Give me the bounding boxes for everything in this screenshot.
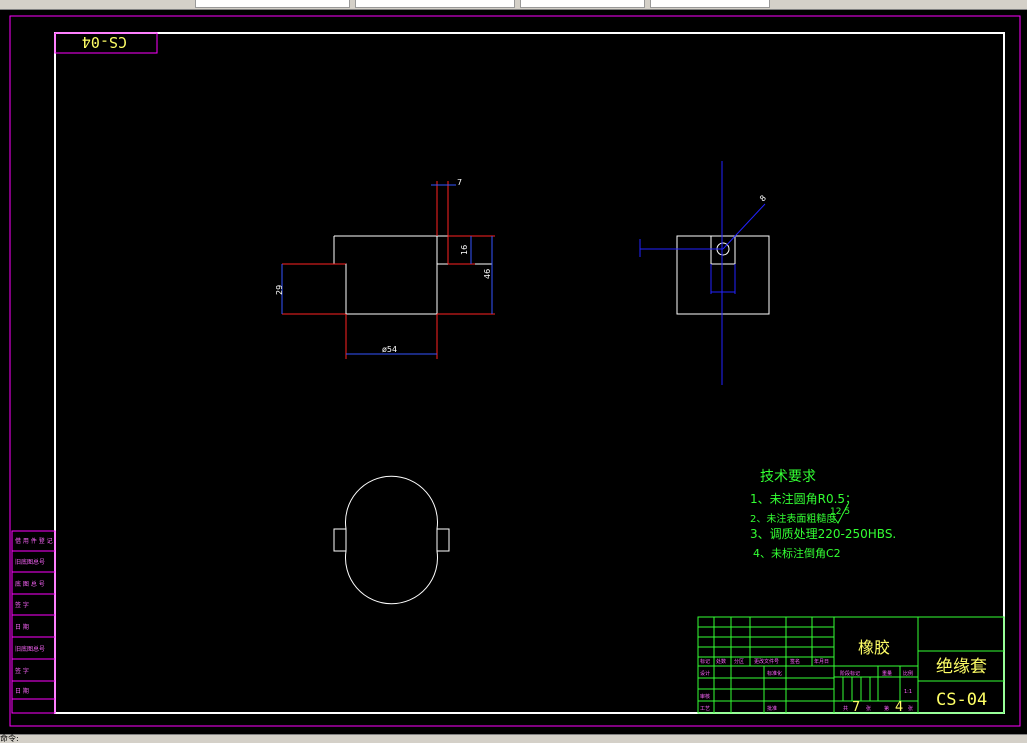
- side-label: 签 字: [15, 667, 29, 675]
- tech-title: 技术要求: [760, 469, 816, 485]
- tech-item: 3、调质处理220-250HBS.: [750, 527, 896, 541]
- tb-stage-label: 阶段标记: [840, 670, 860, 677]
- plotstyle-dropdown[interactable]: [650, 0, 770, 8]
- tech-item: 4、未标注倒角C2: [753, 546, 841, 560]
- tb-sheet-no-unit: 张: [908, 705, 913, 712]
- dim-54: ø54: [382, 345, 397, 354]
- tb-sheet-total-unit: 张: [866, 705, 871, 712]
- inner-frame: [54, 32, 1005, 714]
- tb-sheet-total: 7: [852, 700, 860, 715]
- side-label: 底 图 总 号: [15, 580, 45, 588]
- tech-item: 2、未注表面粗糙度: [750, 512, 836, 525]
- layer-dropdown[interactable]: [195, 0, 350, 8]
- tech-item: 1、未注圆角R0.5；: [750, 491, 857, 506]
- side-label: 借 用 件 登 记: [15, 537, 53, 545]
- dim-46: 46: [483, 269, 492, 279]
- dim-29: 29: [275, 285, 284, 295]
- lineweight-dropdown[interactable]: [520, 0, 645, 8]
- front-view[interactable]: [281, 181, 495, 359]
- tb-row-label: 工艺: [700, 706, 710, 712]
- tb-header: 处数: [716, 658, 726, 665]
- side-view[interactable]: [639, 161, 770, 385]
- drawing-canvas[interactable]: CS-04 借 用 件 登 记 旧底图总号 底 图 总 号 签 字 日 期 旧底…: [0, 9, 1027, 734]
- tb-material: 橡胶: [858, 638, 890, 657]
- tb-stage-label: 比例: [903, 670, 913, 677]
- tech-requirements: 技术要求 1、未注圆角R0.5； 2、未注表面粗糙度 12.5 3、调质处理22…: [750, 469, 896, 560]
- tb-approve-label: 批准: [767, 705, 777, 712]
- side-label: 旧底图总号: [15, 645, 45, 653]
- side-label: 旧底图总号: [15, 558, 45, 566]
- title-block: 标记 处数 分区 更改文件号 签名 年月日 设计 审核 工艺 标准化 批准 阶段…: [697, 616, 1005, 715]
- tb-header: 分区: [734, 658, 744, 665]
- dim-8: 8: [758, 193, 768, 203]
- tb-header: 签名: [790, 658, 800, 665]
- outer-frame: [9, 15, 1021, 727]
- tb-part-name: 绝缘套: [936, 657, 987, 677]
- tb-stage-label: 重量: [882, 670, 892, 677]
- top-view[interactable]: [333, 475, 450, 605]
- side-label: 签 字: [15, 601, 29, 609]
- top-label: CS-04: [82, 33, 127, 51]
- linetype-dropdown[interactable]: [355, 0, 515, 8]
- tb-header: 年月日: [814, 658, 829, 665]
- tb-sheet-no: 4: [895, 700, 903, 715]
- dim-7: 7: [457, 178, 462, 187]
- dim-16: 16: [460, 245, 469, 255]
- tb-row-label: 设计: [700, 670, 710, 677]
- roughness-value: 12.5: [830, 507, 850, 517]
- tb-header: 更改文件号: [754, 658, 779, 665]
- tb-drawing-no: CS-04: [936, 690, 987, 710]
- tb-sheet-no-label: 第: [884, 705, 889, 712]
- tb-scale: 1:1: [904, 689, 912, 695]
- tb-row-label: 审核: [700, 693, 710, 700]
- side-label: 日 期: [15, 687, 29, 695]
- tb-header: 标记: [700, 658, 710, 665]
- tb-sheet-total-label: 共: [843, 705, 848, 712]
- tb-std-label: 标准化: [767, 670, 782, 677]
- side-label: 日 期: [15, 623, 29, 631]
- layer-icons[interactable]: [0, 0, 20, 8]
